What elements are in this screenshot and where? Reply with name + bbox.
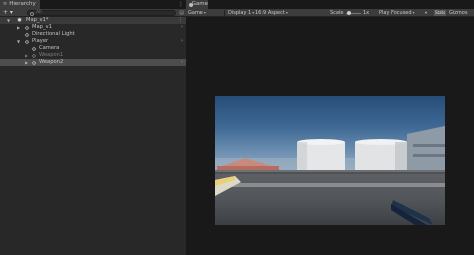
tree-item-directional-light[interactable]: Directional Light bbox=[0, 31, 186, 38]
scene-label: Map_v1* bbox=[26, 17, 49, 23]
scale-label: Scale bbox=[330, 10, 344, 16]
scale-slider[interactable] bbox=[346, 11, 361, 15]
prefab-open-icon[interactable]: › bbox=[181, 38, 183, 45]
view-dropdown-label: Game bbox=[188, 10, 203, 16]
tree-item-weapon1[interactable]: ▶ Weapon1 bbox=[0, 52, 186, 59]
scale-value: 1x bbox=[363, 10, 370, 16]
hierarchy-tab-label: Hierarchy bbox=[9, 1, 36, 7]
view-dropdown[interactable]: Game▾ bbox=[188, 9, 206, 17]
collapse-arrow-icon[interactable]: ▶ bbox=[25, 59, 28, 66]
tree-item-label: Camera bbox=[39, 45, 60, 51]
hierarchy-tabbar: ≡ Hierarchy ⋮ bbox=[0, 0, 186, 9]
game-controller-icon bbox=[189, 2, 192, 7]
unity-scene-icon: ✹ bbox=[17, 17, 23, 24]
chevron-down-icon: ▾ bbox=[203, 10, 206, 15]
gizmos-button[interactable]: Gizmos bbox=[449, 9, 467, 17]
play-mode-dropdown[interactable]: Play Focused▾ bbox=[379, 9, 415, 17]
tree-item-label: Directional Light bbox=[32, 31, 75, 37]
game-panel: Game Game▾ Display 1▾ 16:9 Aspect▾ Scale… bbox=[186, 0, 474, 255]
tree-item-label: Weapon2 bbox=[39, 59, 64, 65]
game-tab-label: Game bbox=[191, 1, 208, 7]
prefab-open-icon[interactable]: › bbox=[181, 24, 183, 31]
game-tab[interactable]: Game bbox=[186, 0, 208, 9]
scene-menu-icon[interactable]: ⋮ bbox=[178, 17, 183, 24]
tree-item-label: Weapon1 bbox=[39, 52, 64, 58]
stats-button[interactable]: Stats bbox=[434, 10, 447, 16]
expand-arrow-icon[interactable]: ▼ bbox=[17, 38, 20, 45]
prefab-open-icon[interactable]: › bbox=[181, 59, 183, 66]
hierarchy-icon: ≡ bbox=[3, 1, 8, 7]
chevron-down-icon: ▾ bbox=[285, 10, 288, 15]
toolbar-divider bbox=[224, 10, 225, 16]
scale-slider-handle[interactable] bbox=[346, 11, 351, 15]
gameobject-icon bbox=[31, 46, 37, 51]
foreground-render bbox=[215, 176, 433, 225]
tree-item-map[interactable]: ▶ Map_v1 › bbox=[0, 24, 186, 31]
prefab-icon bbox=[31, 53, 37, 58]
aspect-dropdown-label: 16:9 Aspect bbox=[255, 10, 285, 16]
prefab-icon bbox=[24, 25, 30, 30]
kebab-menu-icon[interactable]: ⋮ bbox=[178, 0, 184, 9]
expand-arrow-icon[interactable]: ▼ bbox=[7, 17, 10, 24]
chevron-down-icon: ▾ bbox=[252, 10, 255, 15]
options-icon[interactable]: ▤ bbox=[179, 9, 184, 17]
display-dropdown[interactable]: Display 1▾ bbox=[228, 9, 254, 17]
search-placeholder: All bbox=[36, 10, 42, 15]
prefab-icon bbox=[24, 39, 30, 44]
game-toolbar: Game▾ Display 1▾ 16:9 Aspect▾ Scale 1x P… bbox=[186, 9, 474, 17]
scene-row[interactable]: ▼ ✹ Map_v1* ⋮ bbox=[0, 17, 186, 24]
tree-item-player[interactable]: ▼ Player › bbox=[0, 38, 186, 45]
hierarchy-tree: ▼ ✹ Map_v1* ⋮ ▶ Map_v1 › Directional Lig… bbox=[0, 17, 186, 66]
chevron-down-icon: ▾ bbox=[412, 10, 415, 15]
gameobject-icon bbox=[24, 32, 30, 37]
hierarchy-tab[interactable]: ≡ Hierarchy bbox=[0, 0, 40, 9]
tree-item-label: Map_v1 bbox=[32, 24, 52, 30]
prefab-icon bbox=[31, 60, 37, 65]
collapse-arrow-icon[interactable]: ▶ bbox=[25, 52, 28, 59]
aspect-dropdown[interactable]: 16:9 Aspect▾ bbox=[255, 9, 288, 17]
tree-item-label: Player bbox=[32, 38, 49, 44]
collapse-arrow-icon[interactable]: ▶ bbox=[17, 24, 20, 31]
display-dropdown-label: Display 1 bbox=[228, 10, 252, 16]
tree-item-camera[interactable]: Camera bbox=[0, 45, 186, 52]
add-object-button[interactable]: + ▾ bbox=[3, 9, 13, 17]
play-mode-label: Play Focused bbox=[379, 10, 412, 16]
search-icon bbox=[30, 11, 34, 16]
hierarchy-panel: ≡ Hierarchy ⋮ + ▾ All ▤ ▼ ✹ Map_v1* ⋮ ▶ … bbox=[0, 0, 186, 255]
game-viewport[interactable] bbox=[215, 96, 445, 225]
speaker-icon[interactable]: 🔈︎ bbox=[425, 9, 428, 17]
search-input[interactable]: All bbox=[27, 10, 176, 16]
hierarchy-toolbar: + ▾ All ▤ bbox=[0, 9, 186, 17]
tree-item-weapon2[interactable]: ▶ Weapon2 › bbox=[0, 59, 186, 66]
